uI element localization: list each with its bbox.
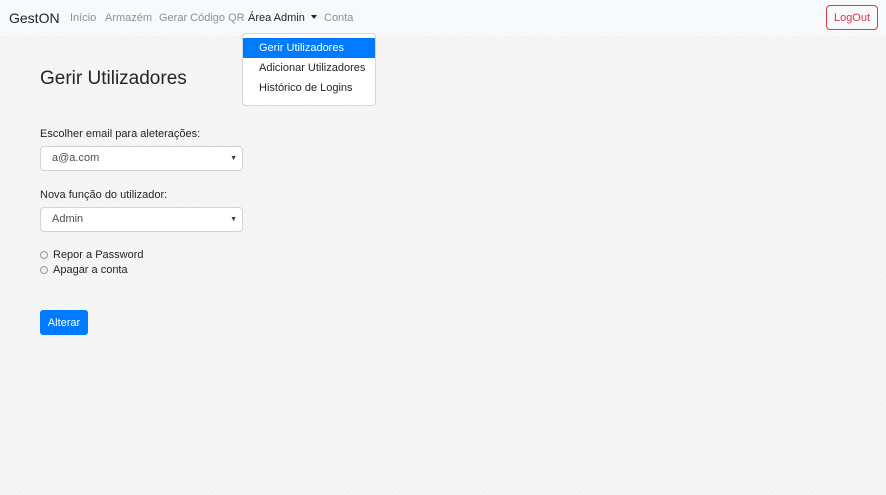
nav-link-gerar-qr[interactable]: Gerar Código QR [159, 12, 245, 24]
radio-reset-password[interactable]: Repor a Password [40, 249, 144, 261]
radio-reset-password-label: Repor a Password [53, 249, 144, 261]
top-navbar: GestON Início Armazém Gerar Código QR Ár… [0, 0, 886, 36]
role-select[interactable]: Admin ▼ [40, 207, 243, 232]
dropdown-item-adicionar-utilizadores[interactable]: Adicionar Utilizadores [243, 58, 375, 78]
alterar-button[interactable]: Alterar [40, 310, 88, 335]
logout-button[interactable]: LogOut [826, 5, 878, 30]
caret-down-icon [310, 15, 317, 19]
nav-link-area-admin[interactable]: Área Admin [248, 12, 317, 24]
select-arrow-icon: ▼ [230, 155, 237, 162]
nav-link-inicio[interactable]: Início [70, 12, 96, 24]
admin-dropdown-menu: Gerir Utilizadores Adicionar Utilizadore… [242, 33, 376, 106]
email-select-label: Escolher email para aleterações: [40, 128, 201, 140]
role-select-value: Admin [52, 213, 84, 225]
dropdown-item-historico-logins[interactable]: Histórico de Logins [243, 78, 375, 98]
radio-delete-account[interactable]: Apagar a conta [40, 264, 128, 276]
select-arrow-icon: ▼ [230, 216, 237, 223]
dropdown-item-gerir-utilizadores[interactable]: Gerir Utilizadores [243, 38, 375, 58]
role-select-label: Nova função do utilizador: [40, 189, 168, 201]
email-select[interactable]: a@a.com ▼ [40, 146, 243, 171]
radio-button[interactable] [40, 266, 48, 274]
brand-logo[interactable]: GestON [9, 10, 60, 26]
nav-link-area-admin-label: Área Admin [248, 12, 305, 24]
email-select-value: a@a.com [52, 152, 100, 164]
nav-link-conta[interactable]: Conta [324, 12, 353, 24]
radio-delete-account-label: Apagar a conta [53, 264, 128, 276]
radio-button[interactable] [40, 251, 48, 259]
page-title: Gerir Utilizadores [40, 68, 187, 89]
nav-link-armazem[interactable]: Armazém [105, 12, 152, 24]
